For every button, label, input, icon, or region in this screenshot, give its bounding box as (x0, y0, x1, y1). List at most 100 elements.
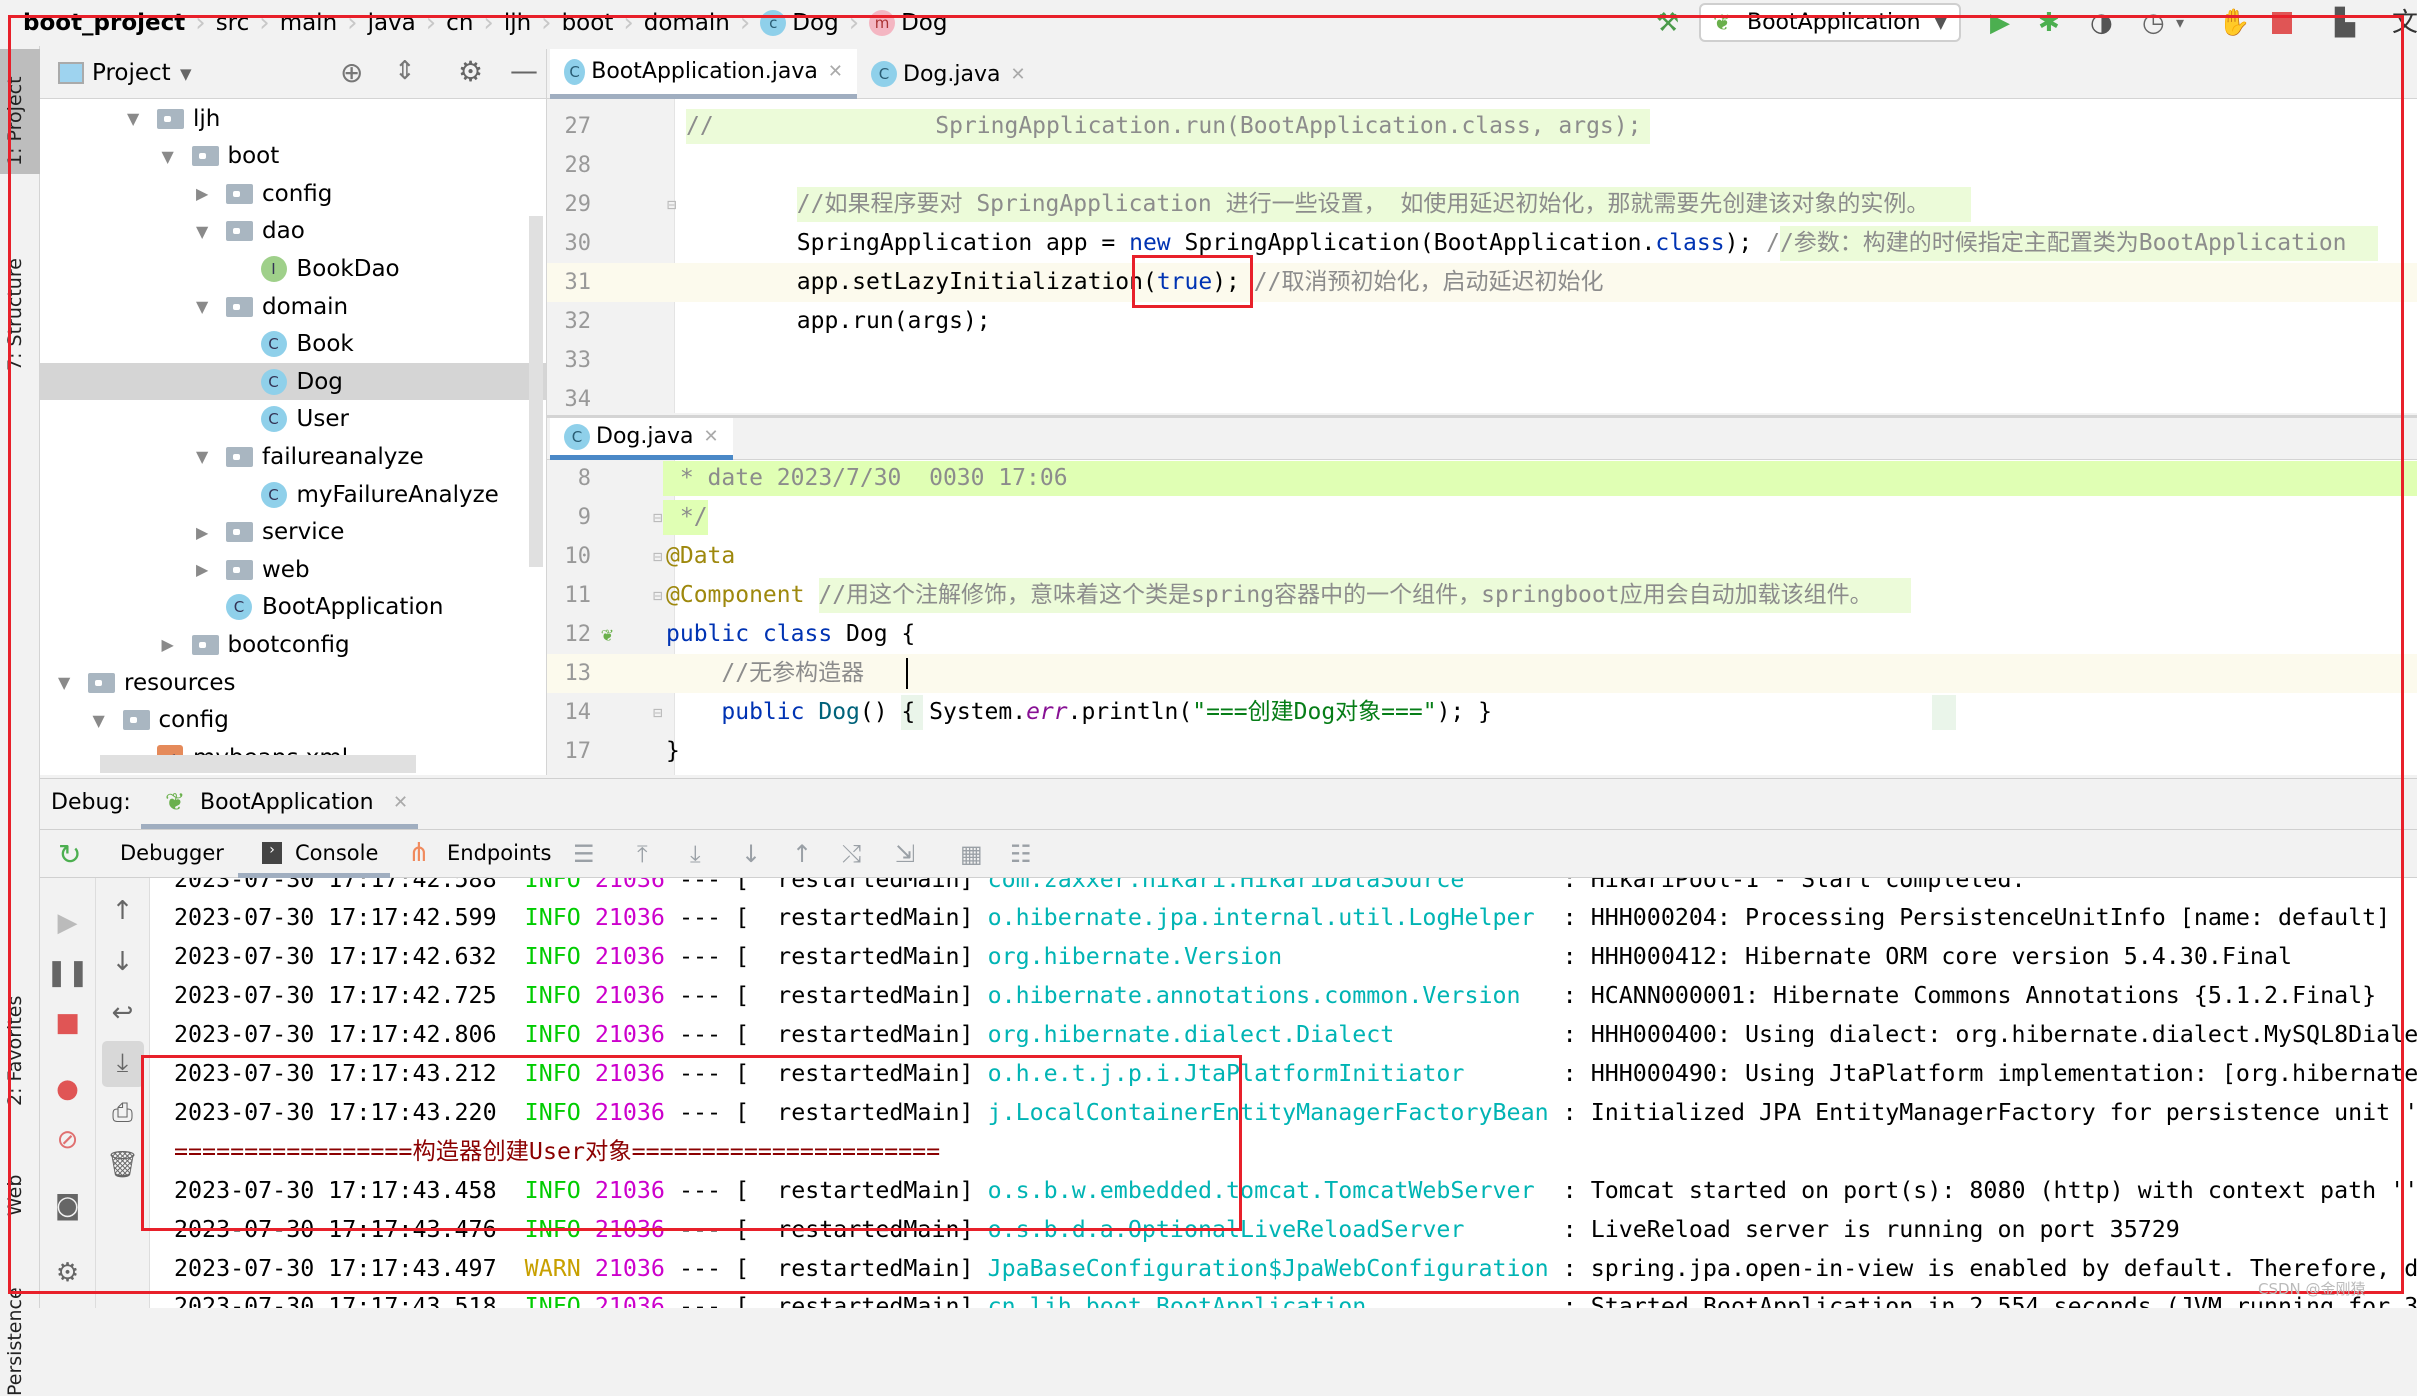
mute-breakpoints-icon[interactable]: ⊘ (40, 1125, 95, 1155)
list-icon[interactable]: ☰ (573, 840, 595, 868)
chevron-down-icon[interactable]: ▾ (2176, 9, 2184, 37)
debug-session-tab[interactable]: ❦ BootApplication ✕ (141, 779, 418, 829)
close-icon[interactable]: ✕ (828, 61, 843, 82)
collapsed-arrow-icon[interactable]: ▶ (196, 184, 208, 203)
tree-item-ljh[interactable]: ▼ ljh (40, 100, 546, 137)
step-into-icon[interactable]: ↓ (741, 840, 761, 868)
fold-marker-icon[interactable]: ⊟ (653, 576, 663, 615)
tab-bootapplication-java[interactable]: C BootApplication.java ✕ (550, 49, 857, 99)
expanded-arrow-icon[interactable]: ▼ (93, 711, 105, 730)
step-over-icon[interactable]: ⤓ (690, 840, 701, 868)
locate-target-icon[interactable]: ⊕ (340, 56, 363, 89)
close-icon[interactable]: ✕ (1010, 64, 1025, 85)
up-arrow-icon[interactable]: ↑ (96, 896, 149, 926)
rerun-icon[interactable]: ↻ (58, 838, 81, 871)
stop-icon[interactable]: ■ (40, 1008, 95, 1038)
step-out-icon[interactable]: ↑ (792, 840, 812, 868)
scroll-to-end-icon[interactable]: ⤓ (96, 1048, 149, 1079)
collapsed-arrow-icon[interactable]: ▶ (162, 635, 174, 654)
breadcrumb-item[interactable]: m Dog (869, 10, 947, 36)
run-icon[interactable]: ▶ (1990, 9, 2010, 37)
breadcrumb-item[interactable]: cn (446, 10, 473, 36)
fold-marker-icon[interactable]: ⊟ (653, 537, 663, 576)
spring-bean-gutter-icon[interactable]: ❦ (601, 615, 613, 654)
tool-window-structure[interactable]: 7: Structure (4, 258, 26, 371)
breadcrumb-item[interactable]: domain (644, 10, 730, 36)
pause-icon[interactable]: ❚❚ (40, 958, 95, 988)
show-execution-point-icon[interactable]: ⤒ (637, 840, 648, 868)
camera-icon[interactable]: ◙ (40, 1191, 95, 1221)
collapsed-arrow-icon[interactable]: ▶ (196, 560, 208, 579)
tree-item-web[interactable]: ▶ web (40, 551, 546, 588)
tab-dog-java[interactable]: C Dog.java ✕ (550, 418, 733, 460)
breadcrumb-item[interactable]: src (216, 10, 250, 36)
tree-item-user[interactable]: C User (40, 401, 546, 438)
tool-window-project[interactable]: 1: Project (4, 76, 26, 166)
expanded-arrow-icon[interactable]: ▼ (196, 297, 208, 316)
breadcrumb-item[interactable]: boot (562, 10, 614, 36)
coverage-icon[interactable]: ◑ (2090, 9, 2113, 37)
close-icon[interactable]: ✕ (393, 792, 408, 813)
fold-marker-icon[interactable]: ⊟ (653, 498, 663, 537)
tree-item-dog[interactable]: C Dog (40, 363, 546, 401)
drop-frame-icon[interactable]: ⤭ (842, 840, 861, 868)
stop-icon[interactable] (2272, 12, 2292, 34)
tree-vertical-scrollbar[interactable] (529, 216, 543, 567)
chevron-down-icon[interactable]: ▼ (180, 65, 192, 83)
tree-horizontal-scrollbar[interactable] (100, 755, 416, 773)
tree-item-bootconfig[interactable]: ▶ bootconfig (40, 626, 546, 663)
tree-item-failureanalyze[interactable]: ▼ failureanalyze (40, 438, 546, 475)
profiler-icon[interactable]: ◷ (2142, 9, 2165, 37)
tab-endpoints[interactable]: Endpoints (447, 841, 551, 865)
console-output[interactable]: 2023-07-30 17:17:42.588 INFO 21036 --- [… (150, 878, 2417, 1308)
breadcrumb-item[interactable]: main (280, 10, 337, 36)
collapse-all-icon[interactable]: ⇕ (394, 56, 416, 86)
print-icon[interactable]: ⎙ (96, 1098, 149, 1129)
resume-icon[interactable]: ▶ (40, 908, 95, 938)
evaluate-expression-icon[interactable]: ▦ (960, 840, 983, 868)
tree-item-resources[interactable]: ▼ resources (40, 664, 546, 701)
translate-icon[interactable]: 文 (2392, 9, 2417, 37)
gear-icon[interactable]: ⚙ (40, 1258, 95, 1288)
breadcrumb-item[interactable]: ljh (504, 10, 531, 36)
close-icon[interactable]: ✕ (703, 426, 718, 447)
tree-item-myfailureanalyze[interactable]: CmyFailureAnalyze (40, 476, 546, 513)
tree-item-bootapplication[interactable]: C BootApplication (40, 589, 546, 626)
tree-item-domain[interactable]: ▼ domain (40, 288, 546, 325)
tree-item-config[interactable]: ▼ config (40, 702, 546, 739)
tree-item-service[interactable]: ▶ service (40, 514, 546, 551)
breadcrumb-item[interactable]: boot_project (23, 10, 185, 36)
trash-icon[interactable]: 🗑 (96, 1150, 149, 1180)
editor-dog[interactable]: 8 * date 2023/7/30 0030 17:06 9 */⊟ 10 @Dat… (547, 460, 2417, 775)
tool-window-persistence[interactable]: Persistence (4, 1287, 26, 1396)
expanded-arrow-icon[interactable]: ▼ (58, 673, 70, 692)
expanded-arrow-icon[interactable]: ▼ (196, 222, 208, 241)
editor-bootapplication[interactable]: 27 // SpringApplication.run(BootApplicati… (547, 99, 2417, 413)
tree-item-book[interactable]: C Book (40, 326, 546, 363)
run-to-cursor-icon[interactable]: ⇲ (895, 840, 915, 868)
view-breakpoints-icon[interactable]: ● (40, 1074, 95, 1104)
debug-icon[interactable]: ✱ (2038, 9, 2060, 37)
tool-window-favorites[interactable]: 2: Favorites (4, 996, 26, 1106)
tree-item-bookdao[interactable]: I BookDao (40, 250, 546, 287)
breadcrumb-item[interactable]: c Dog (760, 10, 839, 36)
tree-item-config[interactable]: ▶ config (40, 175, 546, 212)
hide-minus-icon[interactable]: — (510, 54, 538, 87)
tab-console[interactable]: › Console (238, 830, 390, 878)
gear-icon[interactable]: ⚙ (458, 55, 483, 88)
down-arrow-icon[interactable]: ↓ (96, 947, 149, 977)
project-view-title[interactable]: Project (92, 60, 171, 86)
project-structure-icon[interactable]: ▙ (2335, 9, 2355, 37)
collapsed-arrow-icon[interactable]: ▶ (196, 523, 208, 542)
breadcrumb-item[interactable]: java (368, 10, 416, 36)
fold-marker-icon[interactable]: ⊟ (667, 185, 677, 224)
expanded-arrow-icon[interactable]: ▼ (162, 147, 174, 166)
tab-dog-java[interactable]: C Dog.java ✕ (857, 49, 1040, 99)
tree-item-dao[interactable]: ▼ dao (40, 213, 546, 250)
expanded-arrow-icon[interactable]: ▼ (196, 447, 208, 466)
build-hammer-icon[interactable]: ⚒ (1656, 9, 1679, 37)
tree-item-boot[interactable]: ▼ boot (40, 138, 546, 175)
soft-wrap-icon[interactable]: ↩ (96, 998, 149, 1028)
trace-icon[interactable]: ☷ (1010, 840, 1032, 868)
run-config-selector[interactable]: ❦ BootApplication ▼ (1699, 3, 1961, 42)
